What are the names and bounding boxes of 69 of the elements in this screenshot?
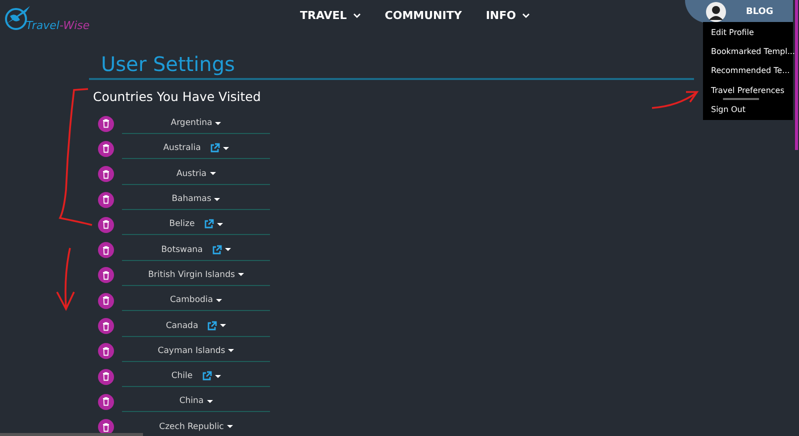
delete-button[interactable] [98, 216, 114, 233]
country-select[interactable]: China [122, 391, 270, 412]
blog-link[interactable]: BLOG [746, 6, 774, 16]
trash-icon [102, 397, 110, 406]
menu-item[interactable]: Recommended Te... [703, 62, 793, 82]
trash-icon [102, 170, 110, 179]
menu-item[interactable]: Bookmarked Templ... [703, 43, 793, 62]
annotation-arrow [651, 91, 698, 109]
nav-link[interactable]: COMMUNITY [384, 9, 462, 22]
delete-button[interactable] [98, 140, 114, 157]
caret-icon [228, 349, 234, 352]
nav-link[interactable]: INFO [486, 9, 530, 22]
scrollbar[interactable] [0, 433, 143, 436]
delete-button[interactable] [98, 116, 114, 132]
trash-icon [102, 119, 110, 128]
delete-button[interactable] [98, 292, 114, 309]
country-select[interactable]: Bahamas [122, 189, 270, 210]
scrollbar[interactable] [795, 0, 798, 150]
caret-icon [214, 374, 221, 378]
account-tab[interactable]: BLOG [685, 0, 793, 23]
country-select[interactable]: Australia [122, 138, 270, 160]
country-select[interactable]: Canada [122, 316, 270, 337]
caret-icon [216, 222, 223, 226]
chevron-icon [522, 13, 530, 18]
delete-button[interactable] [98, 166, 114, 182]
trash-icon [102, 220, 110, 230]
trash-icon [102, 270, 110, 280]
caret-icon [206, 400, 213, 403]
delete-button[interactable] [98, 267, 114, 284]
logo-text[interactable]: Travel-Wise [26, 19, 90, 32]
caret-icon [210, 172, 216, 176]
trash-icon [102, 246, 110, 255]
country-select[interactable]: Cayman Islands [122, 340, 270, 362]
trash-icon [102, 346, 110, 356]
country-select[interactable]: British Virgin Islands [122, 264, 270, 286]
caret-icon [215, 122, 222, 125]
section-heading: Countries You Have Visited [93, 89, 261, 104]
delete-button[interactable] [98, 368, 114, 385]
caret-icon [226, 425, 233, 428]
trash-icon [102, 195, 110, 204]
country-select[interactable]: Chile [122, 366, 270, 388]
caret-icon [220, 324, 226, 328]
trash-icon [102, 422, 110, 432]
delete-button[interactable] [98, 192, 114, 208]
trash-icon [102, 322, 110, 331]
caret-icon [224, 248, 231, 252]
caret-icon [222, 146, 229, 150]
annotation-arrow [56, 247, 75, 310]
trash-icon [102, 372, 110, 382]
trash-icon [102, 144, 110, 154]
caret-icon [216, 298, 222, 302]
menu-item[interactable]: Edit Profile [703, 24, 793, 44]
country-select[interactable]: Belize [122, 214, 270, 236]
chevron-icon [352, 13, 361, 18]
delete-button[interactable] [98, 343, 114, 360]
page-title: User Settings [89, 52, 694, 80]
nav-link[interactable]: TRAVEL [300, 9, 361, 22]
trash-icon [102, 296, 110, 306]
caret-icon [214, 198, 220, 201]
avatar-icon [706, 2, 726, 22]
caret-icon [238, 273, 244, 276]
country-select[interactable]: Austria [122, 164, 270, 185]
country-select[interactable]: Argentina [122, 113, 270, 134]
delete-button[interactable] [98, 242, 114, 258]
delete-button[interactable] [98, 394, 114, 410]
country-select[interactable]: Botswana [122, 240, 270, 261]
menu-item[interactable]: Sign Out [703, 100, 793, 120]
delete-button[interactable] [98, 318, 114, 334]
country-select[interactable]: Cambodia [122, 290, 270, 312]
